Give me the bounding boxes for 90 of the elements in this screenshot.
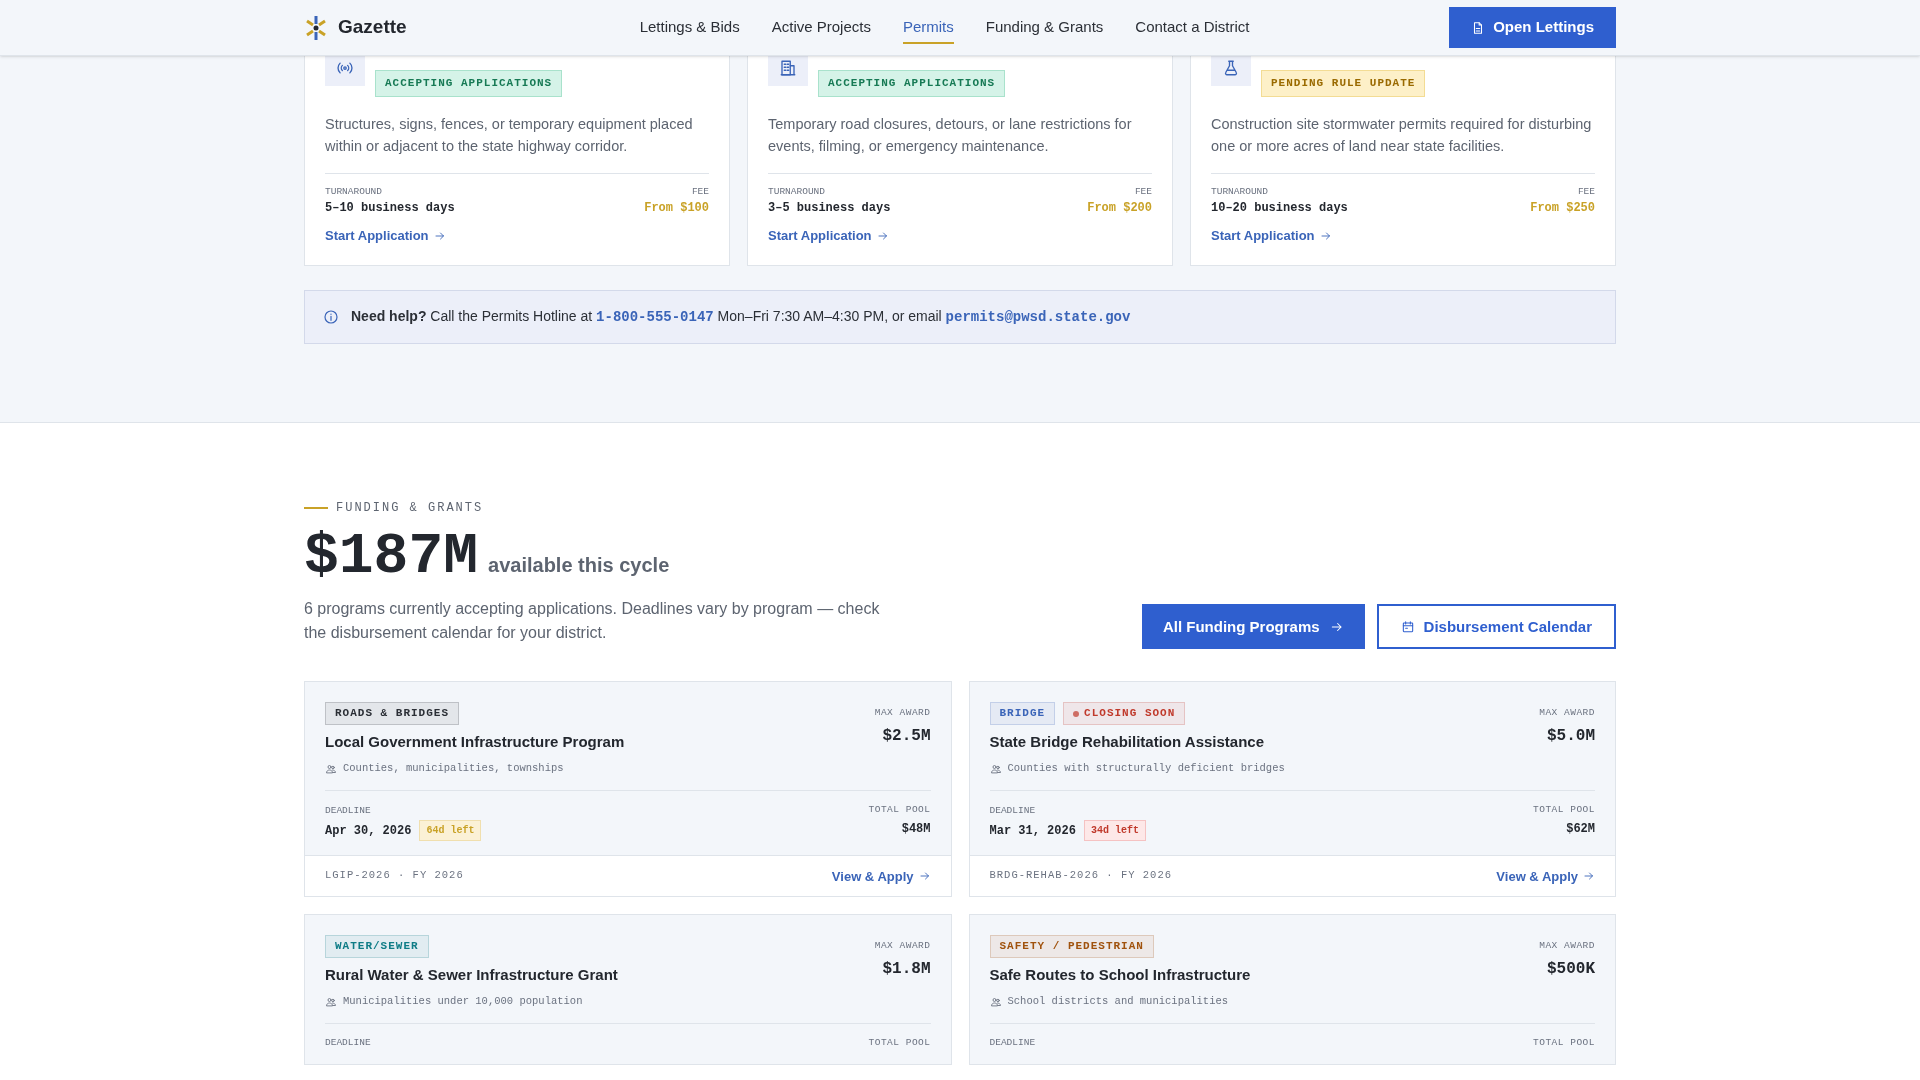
meta-label: TOTAL POOL [868,1036,931,1050]
start-application-link[interactable]: Start Application [1211,225,1332,246]
program-code: LGIP-2026 · FY 2026 [325,868,464,884]
meta-label: DEADLINE [325,804,372,818]
people-icon [325,996,337,1009]
eligibility-text: Counties, municipalities, townships [343,761,564,777]
deadline-value: Mar 31, 2026 [989,822,1076,840]
open-lettings-button[interactable]: Open Lettings [1449,7,1616,48]
phone-link[interactable]: 1-800-555-0147 [596,309,714,326]
turnaround-value: 3–5 business days [768,199,891,217]
arrow-icon [876,229,889,242]
arrow-icon [433,229,446,242]
meta-label: DEADLINE [325,1036,371,1050]
nav-link[interactable]: Lettings & Bids [639,11,740,44]
max-award-value: $500K [1547,958,1595,980]
people-icon [325,763,337,776]
meta-label: DEADLINE [989,1036,1036,1050]
eligibility-text: School districts and municipalities [1007,994,1229,1010]
nav-link[interactable]: Contact a District [1135,11,1250,44]
permit-description: Temporary road closures, detours, or lane restrictions for events, filming, or emergency maintenance. [768,114,1133,156]
meta-label: TOTAL POOL [1533,803,1595,817]
total-pool-value: $62M [1566,821,1595,839]
eligibility-text: Counties with structurally deficient bridges [1007,761,1285,777]
meta-label: FEE [691,184,709,199]
days-left-badge: 34d left [1083,820,1146,842]
meta-label: MAX AWARD [874,939,931,954]
start-application-link[interactable]: Start Application [768,225,889,246]
flask-icon [1222,59,1240,77]
meta-label: MAX AWARD [1539,706,1595,721]
all-funding-programs-button[interactable]: All Funding Programs [1141,604,1365,650]
days-left-badge: 64d left [419,820,482,842]
disbursement-calendar-button[interactable]: Disbursement Calendar [1376,604,1616,650]
nav-link[interactable]: Active Projects [771,11,871,44]
people-icon [989,996,1002,1009]
arrow-icon [1583,870,1595,883]
eligibility-text: Municipalities under 10,000 population [343,994,583,1010]
total-pool-value: $48M [901,821,931,839]
meta-label: MAX AWARD [874,706,931,721]
meta-label: FEE [1577,184,1595,199]
meta-label: TURNAROUND [768,184,826,199]
program-title: Safe Routes to School Infrastructure [989,964,1251,985]
max-award-value: $5.0M [1547,725,1595,747]
logo-icon [304,14,328,41]
funding-description: 6 programs currently accepting applications. Deadlines vary by program — check the disbursement calendar for your district. [304,599,881,644]
view-apply-link[interactable]: View & Apply [1496,866,1595,886]
program-code: BRDG-REHAB-2026 · FY 2026 [989,868,1173,884]
start-application-link[interactable]: Start Application [325,225,446,246]
permit-description: Construction site stormwater permits required for disturbing one or more acres of land near state facilities. [1211,114,1593,156]
meta-label: MAX AWARD [1539,939,1595,954]
fee-value: From $200 [1087,199,1152,217]
meta-label: TURNAROUND [325,184,383,199]
turnaround-value: 10–20 business days [1211,199,1348,217]
fee-value: From $250 [1530,199,1595,217]
status-badge: ACCEPTING APPLICATIONS [818,70,1006,97]
max-award-value: $2.5M [882,725,931,747]
category-tag: BRIDGE [989,702,1056,725]
meta-label: DEADLINE [989,804,1037,818]
section-eyebrow: FUNDING & GRANTS [336,500,484,518]
category-tag: WATER/SEWER [325,935,429,958]
program-title: Local Government Infrastructure Program [325,731,625,752]
category-tag: CLOSING SOON [1063,702,1186,725]
nav-link[interactable]: Funding & Grants [985,11,1104,44]
arrow-icon [918,870,931,883]
meta-label: FEE [1134,184,1152,199]
permit-description: Structures, signs, fences, or temporary equipment placed within or adjacent to the state highway corridor. [325,114,694,156]
total-amount: $187M [304,523,479,592]
status-badge: PENDING RULE UPDATE [1261,70,1426,97]
nav-link[interactable]: Permits [902,11,954,44]
meta-label: TURNAROUND [1211,184,1269,199]
turnaround-value: 5–10 business days [325,199,455,217]
arrow-icon [1319,229,1332,242]
amount-caption: available this cycle [488,553,670,579]
meta-label: TOTAL POOL [868,803,931,817]
category-tag: ROADS & BRIDGES [325,702,460,725]
deadline-value: Apr 30, 2026 [325,822,412,840]
email-link[interactable]: permits@pwsd.state.gov [945,309,1131,326]
meta-label: TOTAL POOL [1533,1036,1595,1050]
people-icon [989,763,1002,776]
program-title: State Bridge Rehabilitation Assistance [989,731,1265,752]
building-icon [779,59,797,77]
calendar-icon [1400,619,1415,634]
info-icon [323,309,339,326]
fee-value: From $100 [644,199,709,217]
help-text: Need help? Call the Permits Hotline at 1-800-555-0147 Mon–Fri 7:30 AM–4:30 PM, or email permits@pwsd.state.gov [351,307,1131,328]
status-badge: ACCEPTING APPLICATIONS [375,70,563,97]
view-apply-link[interactable]: View & Apply [831,866,931,886]
brand-name: Gazette [338,15,407,40]
program-title: Rural Water & Sewer Infrastructure Grant [325,964,618,985]
max-award-value: $1.8M [882,958,931,980]
category-tag: SAFETY / PEDESTRIAN [989,935,1154,958]
